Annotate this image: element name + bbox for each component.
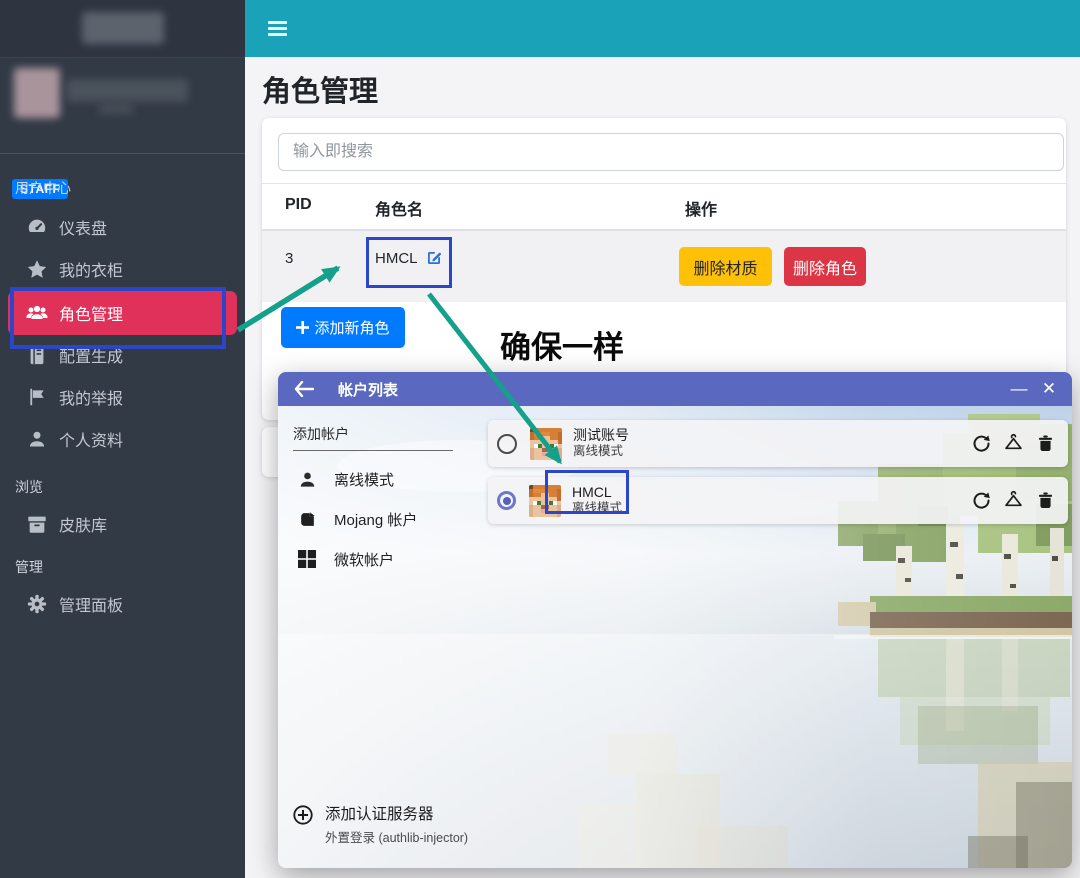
- radio-selected[interactable]: [497, 491, 516, 510]
- sidebar-item-characters[interactable]: 角色管理: [8, 291, 237, 335]
- cell-pid: 3: [285, 250, 293, 267]
- add-auth-server-label: 添加认证服务器: [325, 802, 468, 824]
- add-auth-server-row[interactable]: 添加认证服务器 外置登录 (authlib-injector): [292, 802, 468, 846]
- minecraft-background: [278, 406, 1072, 868]
- refresh-icon[interactable]: [971, 433, 992, 454]
- hmcl-titlebar: 帐户列表 — ✕: [278, 372, 1072, 406]
- cell-name: HMCL: [375, 249, 443, 267]
- col-header-actions: 操作: [685, 196, 717, 220]
- star-icon: [25, 257, 49, 281]
- page-title: 角色管理: [262, 68, 378, 110]
- sidebar-item-adminpanel[interactable]: 管理面板: [0, 583, 245, 625]
- redacted-logo: [82, 12, 164, 44]
- method-microsoft[interactable]: 微软帐户: [296, 548, 394, 570]
- plus-circle-icon: [292, 804, 314, 826]
- table-divider: [262, 229, 1066, 231]
- tachometer-icon: [25, 215, 49, 239]
- hmcl-window-title: 帐户列表: [338, 379, 398, 400]
- sidebar-item-label: 配置生成: [59, 343, 123, 367]
- account-type: 离线模式: [572, 501, 622, 517]
- plus-icon: [296, 321, 309, 334]
- minimize-button[interactable]: —: [1004, 379, 1034, 399]
- screenshot-root: { "colors": { "topbar_teal": "#19a2b8", …: [0, 0, 1080, 878]
- sidebar-section-user: 用户中心: [15, 178, 71, 198]
- sidebar-item-dashboard[interactable]: 仪表盘: [0, 206, 245, 248]
- sidebar-section-admin: 管理: [15, 557, 43, 577]
- refresh-icon[interactable]: [971, 490, 992, 511]
- col-header-name: 角色名: [375, 196, 423, 220]
- delete-icon[interactable]: [1035, 490, 1056, 511]
- add-account-label: 添加帐户: [293, 424, 453, 451]
- menu-toggle-icon[interactable]: [268, 18, 287, 39]
- add-character-label: 添加新角色: [314, 317, 389, 338]
- col-header-pid: PID: [285, 196, 312, 214]
- hanger-icon[interactable]: [1003, 490, 1024, 511]
- delete-character-button[interactable]: 删除角色: [784, 247, 866, 286]
- brand-bar: [0, 0, 245, 58]
- mojang-icon: [296, 508, 318, 530]
- method-mojang[interactable]: Mojang 帐户: [296, 508, 417, 530]
- table-divider: [262, 183, 1066, 184]
- add-character-button[interactable]: 添加新角色: [281, 307, 405, 348]
- add-auth-server-subtitle: 外置登录 (authlib-injector): [325, 827, 468, 846]
- topbar: [245, 0, 1080, 57]
- redacted-username: [66, 79, 188, 102]
- sidebar-section-explore: 浏览: [15, 477, 43, 497]
- character-name: HMCL: [375, 250, 418, 267]
- sidebar-item-label: 管理面板: [59, 592, 123, 616]
- hmcl-window: 帐户列表 — ✕ 添加帐户 离线模式 Mojang 帐户 微软帐户 测试账号 离…: [278, 372, 1072, 868]
- delete-texture-button[interactable]: 删除材质: [679, 247, 772, 286]
- search-input[interactable]: [278, 133, 1064, 171]
- sidebar-item-profile[interactable]: 个人资料: [0, 418, 245, 460]
- microsoft-icon: [296, 548, 318, 570]
- archive-icon: [25, 512, 49, 536]
- users-icon: [25, 301, 49, 325]
- method-offline[interactable]: 离线模式: [296, 468, 394, 490]
- gear-icon: [25, 592, 49, 616]
- redacted-subtext: [98, 103, 134, 114]
- sidebar-item-config[interactable]: 配置生成: [0, 334, 245, 376]
- sidebar-item-label: 皮肤库: [59, 512, 107, 536]
- account-name: 测试账号: [573, 427, 629, 445]
- avatar: [14, 68, 60, 118]
- method-label: 微软帐户: [334, 549, 394, 570]
- method-label: Mojang 帐户: [334, 509, 417, 530]
- sidebar-item-skinlib[interactable]: 皮肤库: [0, 503, 245, 545]
- user-icon: [25, 427, 49, 451]
- edit-icon[interactable]: [425, 249, 443, 267]
- sidebar-item-label: 我的衣柜: [59, 257, 123, 281]
- back-arrow-icon[interactable]: [294, 381, 314, 397]
- sidebar-item-label: 角色管理: [59, 301, 123, 325]
- account-item[interactable]: 测试账号 离线模式: [488, 420, 1068, 467]
- radio-unselected[interactable]: [497, 434, 517, 454]
- avatar: [529, 485, 561, 517]
- sidebar-item-label: 我的举报: [59, 385, 123, 409]
- user-panel: STAFF: [0, 57, 245, 154]
- person-icon: [296, 468, 318, 490]
- account-type: 离线模式: [573, 444, 629, 460]
- annotation-note: 确保一样: [500, 322, 624, 367]
- avatar: [530, 428, 562, 460]
- book-icon: [25, 343, 49, 367]
- hanger-icon[interactable]: [1003, 433, 1024, 454]
- method-label: 离线模式: [334, 469, 394, 490]
- account-name: HMCL: [572, 484, 622, 502]
- sidebar-item-reports[interactable]: 我的举报: [0, 376, 245, 418]
- sidebar-item-label: 个人资料: [59, 427, 123, 451]
- sidebar-item-label: 仪表盘: [59, 215, 107, 239]
- sidebar-item-closet[interactable]: 我的衣柜: [0, 248, 245, 290]
- flag-icon: [25, 385, 49, 409]
- sidebar: STAFF 用户中心 仪表盘 我的衣柜 角色管理 配置生成 我的举报: [0, 0, 245, 878]
- close-button[interactable]: ✕: [1034, 379, 1064, 399]
- delete-icon[interactable]: [1035, 433, 1056, 454]
- account-item[interactable]: HMCL 离线模式: [488, 477, 1068, 524]
